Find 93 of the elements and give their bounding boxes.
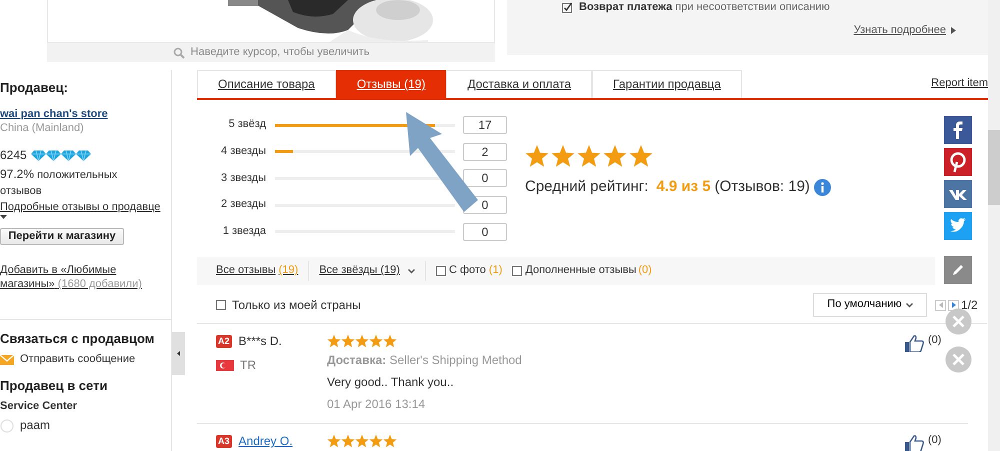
- rating-score: 4.9 из 5: [656, 178, 711, 197]
- count-box: 2: [463, 142, 507, 161]
- star-icon: [327, 334, 341, 348]
- star-icon: [603, 144, 627, 168]
- online-heading: Продавец в сети: [0, 378, 108, 394]
- rating-label: 1 звезда: [222, 224, 266, 239]
- level-badge: A3: [216, 434, 232, 448]
- filter-label: Дополненные отзывы (0): [525, 264, 652, 278]
- checkbox[interactable]: [216, 300, 226, 310]
- diamond-icon: [30, 150, 46, 161]
- learn-more-link[interactable]: Узнать подробнее: [854, 24, 956, 38]
- scrollbar-thumb[interactable]: [988, 130, 1000, 205]
- filter-label: Только из моей страны: [232, 298, 361, 312]
- review-count: (Отзывов: 19): [714, 178, 810, 197]
- delivery-info: Доставка: Seller's Shipping Method: [327, 353, 523, 368]
- star-icon: [383, 334, 397, 348]
- flag-icon: [216, 360, 234, 371]
- diamond-icon: [46, 150, 61, 161]
- rating-label: 3 звезды: [220, 172, 266, 186]
- tab[interactable]: Описание товара: [197, 70, 336, 98]
- feedback-link[interactable]: Подробные отзывы о продавце: [0, 200, 171, 214]
- add-to-favorites-link[interactable]: Добавить в «Любимые магазины» (1680 добавили): [0, 263, 171, 292]
- message-link[interactable]: Отправить сообщение: [20, 353, 136, 367]
- caret-icon: [952, 302, 956, 308]
- seller-score: 6245: [0, 148, 27, 163]
- caret-icon: [938, 302, 942, 308]
- sort-dropdown[interactable]: По умолчанию: [813, 293, 927, 317]
- rating-label: Средний рейтинг:: [525, 178, 648, 197]
- info-icon[interactable]: [814, 178, 831, 196]
- review-text: Very good.. Thank you..: [327, 375, 455, 390]
- thumbs-up-icon[interactable]: [904, 334, 924, 352]
- reviewer-name: B***s D.: [238, 334, 282, 349]
- tab[interactable]: Доставка и оплата: [446, 70, 592, 98]
- like-count: (0): [928, 334, 942, 348]
- country-text: China (Mainland): [0, 122, 85, 136]
- review-date: 01 Apr 2016 13:14: [327, 397, 426, 412]
- chevron-icon: [906, 302, 913, 308]
- tab[interactable]: Гарантии продавца: [592, 70, 742, 98]
- diamond-icon: [60, 150, 76, 161]
- filter-label: С фото (1): [448, 264, 502, 278]
- rating-label: 2 звезды: [220, 198, 266, 212]
- store-button[interactable]: Перейти к магазину: [0, 228, 124, 246]
- count-box: 17: [463, 116, 507, 134]
- star-icon: [629, 144, 653, 168]
- share-icon[interactable]: [944, 148, 972, 176]
- diamond-icon: [76, 150, 91, 161]
- pencil-button[interactable]: [944, 256, 972, 284]
- star-icon: [369, 434, 383, 448]
- thumbs-up-icon[interactable]: [904, 434, 924, 451]
- pencil-icon: [951, 263, 965, 277]
- positive-feedback: 97.2% положительных отзывов: [0, 166, 118, 199]
- star-icon: [369, 334, 383, 348]
- share-icon[interactable]: [944, 116, 972, 144]
- rating-label: 5 звёзд: [228, 118, 266, 132]
- page-indicator: 1/2: [961, 298, 978, 312]
- star-icon: [383, 434, 397, 448]
- count-box: 0: [463, 222, 507, 241]
- star-icon: [355, 434, 369, 448]
- checkbox[interactable]: [436, 266, 446, 276]
- star-icon: [341, 334, 355, 348]
- filter-link[interactable]: Все отзывы (19): [216, 264, 298, 278]
- chevron-icon: [408, 268, 415, 274]
- agent-name[interactable]: paam: [20, 418, 50, 433]
- contact-heading: Связаться с продавцом: [0, 331, 156, 348]
- caret-icon[interactable]: [0, 214, 7, 220]
- collapse-handle[interactable]: [172, 332, 185, 375]
- seller-heading: Продавец:: [0, 80, 69, 96]
- store-link[interactable]: wai pan chan's store: [0, 108, 171, 122]
- star-icon: [525, 144, 549, 168]
- star-icon: [341, 434, 355, 448]
- avatar-icon: [0, 418, 14, 432]
- envelope-icon: [0, 355, 14, 366]
- checkbox[interactable]: [512, 266, 522, 276]
- country-code: TR: [240, 358, 256, 373]
- tab[interactable]: Отзывы (19): [336, 70, 446, 98]
- search-icon: [172, 46, 185, 58]
- level-badge: A2: [216, 334, 232, 348]
- caret-icon: [951, 27, 956, 34]
- star-icon: [551, 144, 575, 168]
- share-icon[interactable]: [944, 180, 972, 208]
- star-icon: [355, 334, 369, 348]
- star-icon: [577, 144, 601, 168]
- filter-dropdown[interactable]: Все звёзды (19): [319, 264, 415, 278]
- rating-label: 4 звезды: [220, 145, 266, 159]
- star-icon: [327, 434, 341, 448]
- next-button[interactable]: [948, 300, 959, 310]
- hint-text: Наведите курсор, чтобы увеличить: [190, 46, 370, 60]
- report-link[interactable]: Report item: [931, 70, 988, 98]
- bird-icon[interactable]: [944, 212, 972, 240]
- group-label: Service Center: [0, 400, 78, 414]
- like-count: (0): [928, 434, 942, 448]
- protection-text: Возврат платежа при несоответствии описанию: [579, 1, 830, 15]
- reviewer-name[interactable]: Andrey O.: [238, 434, 293, 449]
